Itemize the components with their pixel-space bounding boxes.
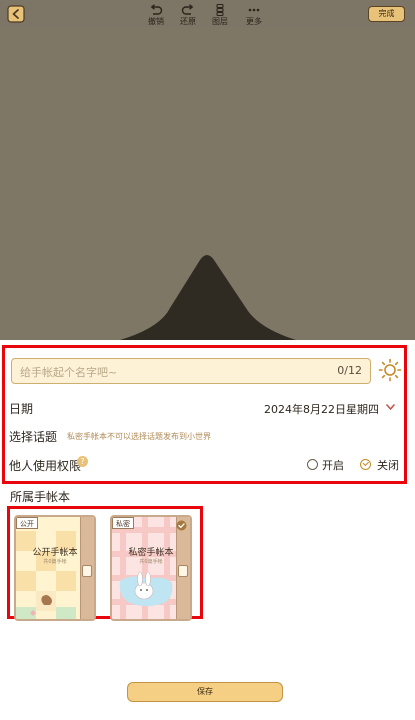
layers-icon xyxy=(216,4,224,16)
notebook-private[interactable]: 私密 私密手帐本 共0篇手帐 xyxy=(110,515,192,621)
redo-label: 还原 xyxy=(180,17,196,26)
undo-button[interactable]: 撤销 xyxy=(143,4,169,27)
done-button[interactable]: 完成 xyxy=(368,6,405,22)
layers-label: 图层 xyxy=(212,17,228,26)
radio-open-label[interactable]: 开启 xyxy=(322,457,344,473)
notebook-public[interactable]: 公开 公开手帐本 共0篇手帐 xyxy=(14,515,96,621)
layers-button[interactable]: 图层 xyxy=(207,4,233,27)
selected-check-icon xyxy=(176,520,187,531)
notebook-name-input[interactable]: 给手帐起个名字吧~ 0/12 xyxy=(11,358,371,384)
save-settings-sheet: 给手帐起个名字吧~ 0/12 日期 2024年8月22日 星期四 选择话题 私密… xyxy=(0,340,415,720)
more-dots-icon xyxy=(248,8,260,12)
editor-toolbar: 撤销 还原 图层 更多 完成 xyxy=(0,0,415,28)
notebook-clasp xyxy=(178,565,188,577)
visibility-tag: 公开 xyxy=(16,517,38,529)
date-value[interactable]: 2024年8月22日 xyxy=(264,401,346,417)
radio-open[interactable] xyxy=(307,459,318,470)
help-icon[interactable]: ? xyxy=(77,456,88,467)
chevron-down-icon[interactable] xyxy=(386,404,395,410)
permission-label: 他人使用权限 xyxy=(9,459,82,473)
more-label: 更多 xyxy=(246,17,262,26)
topic-hint: 私密手帐本不可以选择话题发布到小世界 xyxy=(67,432,211,441)
canvas-sticker xyxy=(120,255,296,340)
weekday-value[interactable]: 星期四 xyxy=(346,401,379,417)
name-placeholder: 给手帐起个名字吧~ xyxy=(20,366,118,379)
sun-icon[interactable] xyxy=(378,358,402,382)
undo-label: 撤销 xyxy=(148,17,164,26)
back-arrow-icon[interactable] xyxy=(7,5,25,23)
editor-canvas[interactable] xyxy=(0,28,415,340)
redo-button[interactable]: 还原 xyxy=(175,4,201,27)
undo-icon xyxy=(150,4,163,15)
visibility-tag: 私密 xyxy=(112,517,134,529)
more-button[interactable]: 更多 xyxy=(241,4,267,27)
redo-icon xyxy=(181,4,194,15)
save-button[interactable]: 保存 xyxy=(127,682,283,702)
topic-label: 选择话题 xyxy=(9,430,58,444)
notebook-section-title: 所属手帐本 xyxy=(10,490,71,504)
radio-close-label[interactable]: 关闭 xyxy=(377,457,399,473)
radio-close[interactable] xyxy=(360,459,371,470)
notebook-clasp xyxy=(82,565,92,577)
date-label: 日期 xyxy=(9,402,34,416)
name-char-counter: 0/12 xyxy=(337,364,362,377)
